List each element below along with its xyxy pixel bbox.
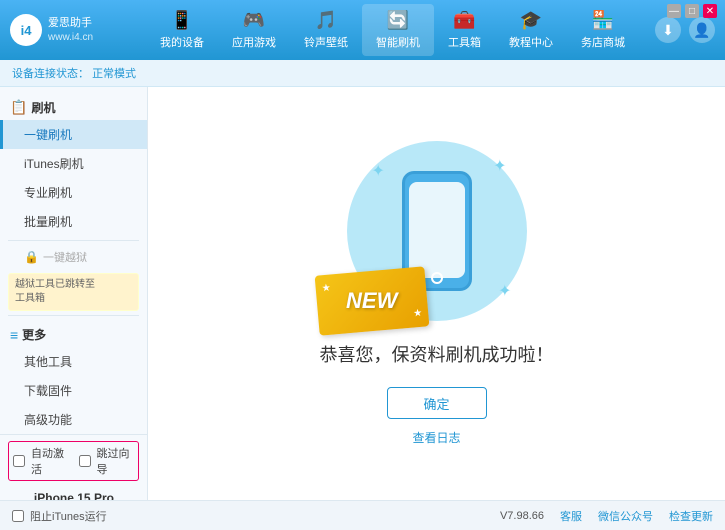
account-button[interactable]: 👤	[689, 17, 715, 43]
sparkle-tr: ✦	[493, 156, 506, 176]
sidebar-notice: 越狱工具已跳转至工具箱	[8, 273, 139, 311]
tab-tutorial[interactable]: 🎓 教程中心	[495, 4, 567, 56]
logo-icon: i4	[10, 14, 42, 46]
lock-icon: 🔒	[24, 250, 39, 264]
apps-games-icon: 🎮	[243, 10, 265, 31]
more-section-icon: ≡	[10, 327, 18, 343]
footer-right: V7.98.66 客服 微信公众号 检查更新	[500, 508, 713, 524]
breadcrumb: 设备连接状态： 正常模式	[0, 60, 725, 87]
maximize-button[interactable]: □	[685, 4, 699, 18]
footer: 阻止iTunes运行 V7.98.66 客服 微信公众号 检查更新	[0, 500, 725, 530]
logo-area: i4 爱思助手 www.i4.cn	[10, 14, 130, 46]
tab-service[interactable]: 🏪 务店商城	[567, 4, 639, 56]
logo-text: 爱思助手 www.i4.cn	[48, 16, 93, 43]
close-button[interactable]: ✕	[703, 4, 717, 18]
auto-activate-checkbox[interactable]	[13, 455, 25, 467]
sidebar-section-more: ≡ 更多	[0, 320, 147, 347]
device-info: 📱 iPhone 15 Pro Max 512GB iPhone	[8, 487, 139, 500]
phone-bg-circle: ✦ ✦ ✦ ★ NEW ★	[347, 141, 527, 321]
sidebar-divider-2	[8, 315, 139, 316]
sidebar-item-pro-flash[interactable]: 专业刷机	[0, 178, 147, 207]
phone-illustration: ✦ ✦ ✦ ★ NEW ★	[347, 141, 527, 321]
smart-flash-icon: 🔄	[387, 10, 409, 31]
block-itunes-checkbox[interactable]	[12, 510, 24, 522]
new-label: NEW	[346, 288, 397, 314]
toolbox-icon: 🧰	[453, 10, 475, 31]
sidebar-item-itunes-flash[interactable]: iTunes刷机	[0, 149, 147, 178]
confirm-button[interactable]: 确定	[387, 387, 487, 419]
sparkle-br: ✦	[498, 281, 511, 301]
skip-guide-checkbox[interactable]	[79, 455, 91, 467]
device-name: iPhone 15 Pro Max	[34, 491, 139, 500]
success-message: 恭喜您，保资料刷机成功啦！	[320, 341, 554, 367]
device-bottom: 自动激活 跳过向导 📱 iPhone 15 Pro Max 512GB iPho…	[0, 434, 147, 500]
tutorial-icon: 🎓	[520, 10, 542, 31]
sidebar-divider-1	[8, 240, 139, 241]
tab-ringtones[interactable]: 🎵 铃声壁纸	[290, 4, 362, 56]
block-itunes-label: 阻止iTunes运行	[30, 508, 107, 524]
my-device-icon: 📱	[171, 10, 193, 31]
flash-section-icon: 📋	[10, 99, 27, 116]
service-icon: 🏪	[592, 10, 614, 31]
sidebar-item-jailbreak-disabled: 🔒 一键越狱	[0, 245, 147, 269]
skip-guide-label[interactable]: 跳过向导	[97, 445, 135, 477]
tab-smart-flash[interactable]: 🔄 智能刷机	[362, 4, 434, 56]
footer-left: 阻止iTunes运行	[12, 508, 107, 524]
ringtones-icon: 🎵	[315, 10, 337, 31]
auto-activate-label[interactable]: 自动激活	[31, 445, 69, 477]
main-content: ✦ ✦ ✦ ★ NEW ★ 恭喜您，保资料刷机成功啦！ 确定 查看日志	[148, 87, 725, 500]
sidebar-section-flash: 📋 刷机	[0, 93, 147, 120]
sidebar-item-other-tools[interactable]: 其他工具	[0, 347, 147, 376]
tab-toolbox[interactable]: 🧰 工具箱	[434, 4, 495, 56]
sidebar-item-one-key-flash[interactable]: 一键刷机	[0, 120, 147, 149]
sidebar-item-advanced[interactable]: 高级功能	[0, 405, 147, 434]
tab-my-device[interactable]: 📱 我的设备	[146, 4, 218, 56]
new-star-left: ★	[321, 283, 331, 295]
sidebar: 📋 刷机 一键刷机 iTunes刷机 专业刷机 批量刷机 🔒 一键越狱 越狱工具…	[0, 87, 148, 500]
tab-apps-games[interactable]: 🎮 应用游戏	[218, 4, 290, 56]
wechat-link[interactable]: 微信公众号	[598, 508, 653, 524]
phone-home-button	[431, 272, 443, 284]
phone-screen	[409, 182, 465, 278]
header-right: ⬇ 👤	[655, 17, 715, 43]
sidebar-item-batch-flash[interactable]: 批量刷机	[0, 207, 147, 236]
minimize-button[interactable]: —	[667, 4, 681, 18]
sparkle-tl: ✦	[372, 161, 385, 181]
header: i4 爱思助手 www.i4.cn 📱 我的设备 🎮 应用游戏 🎵 铃声壁纸 🔄…	[0, 0, 725, 60]
sidebar-item-download-firmware[interactable]: 下载固件	[0, 376, 147, 405]
new-star-right: ★	[412, 308, 422, 320]
check-update-link[interactable]: 检查更新	[669, 508, 713, 524]
nav-tabs: 📱 我的设备 🎮 应用游戏 🎵 铃声壁纸 🔄 智能刷机 🧰 工具箱 🎓 教程中心…	[130, 4, 655, 56]
new-banner: ★ NEW ★	[314, 266, 429, 335]
activation-row: 自动激活 跳过向导	[8, 441, 139, 481]
version-label: V7.98.66	[500, 510, 544, 522]
view-log-link[interactable]: 查看日志	[412, 429, 460, 446]
download-button[interactable]: ⬇	[655, 17, 681, 43]
customer-service-link[interactable]: 客服	[560, 508, 582, 524]
